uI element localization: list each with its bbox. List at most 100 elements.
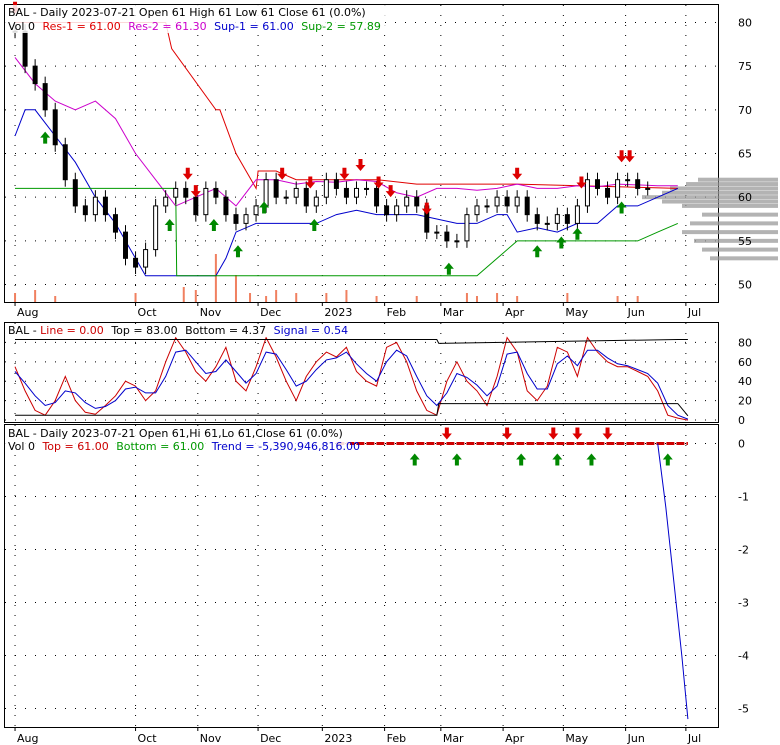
x-tick-label-bottom: Mar bbox=[443, 732, 464, 745]
volume-profile-bar bbox=[694, 238, 778, 243]
trend-sell-arrow bbox=[548, 427, 559, 440]
sell-signal-arrow bbox=[624, 150, 635, 163]
volume-bar bbox=[636, 296, 639, 302]
volume-bar bbox=[325, 293, 328, 302]
candle-body bbox=[193, 196, 199, 216]
candle-body bbox=[625, 179, 631, 182]
volume-bar bbox=[415, 296, 418, 302]
candle-body bbox=[293, 187, 299, 198]
buy-signal-arrow bbox=[232, 245, 243, 258]
candle-body bbox=[534, 214, 540, 224]
volume-profile-bar bbox=[662, 190, 778, 195]
x-tick-label-price: Aug bbox=[17, 306, 38, 319]
x-tick-label-bottom: May bbox=[565, 732, 588, 745]
oscillator-grid bbox=[5, 323, 718, 422]
sell-signal-arrow bbox=[277, 167, 288, 180]
candle-body bbox=[635, 179, 641, 189]
x-tick-label-price: Jul bbox=[687, 306, 701, 319]
x-tick-label-price: Jun bbox=[627, 306, 645, 319]
candle-body bbox=[173, 187, 179, 198]
y-tick-label: 0 bbox=[738, 414, 745, 427]
candle-body bbox=[72, 179, 78, 207]
osc-legend-signal: Signal = 0.54 bbox=[274, 324, 349, 337]
sell-signal-arrow bbox=[512, 167, 523, 180]
candle-body bbox=[273, 179, 279, 198]
buy-signal-arrow bbox=[443, 262, 454, 275]
oscillator-y-ticks: 80 60 40 20 0 bbox=[738, 336, 752, 427]
candle-body bbox=[233, 214, 239, 224]
price-chart-title: BAL - Daily 2023-07-21 Open 61 High 61 L… bbox=[8, 6, 366, 19]
volume-bar bbox=[516, 296, 519, 302]
candle-body bbox=[112, 214, 118, 233]
volume-bar bbox=[34, 290, 37, 302]
candle-body bbox=[494, 196, 500, 207]
y-tick-label: 65 bbox=[738, 148, 752, 161]
x-tick-label-bottom: Oct bbox=[138, 732, 158, 745]
x-tick-label-bottom: Apr bbox=[505, 732, 525, 745]
candle-body bbox=[62, 144, 68, 181]
sell-signal-arrow bbox=[576, 176, 587, 189]
price-line-res-1 bbox=[15, 22, 678, 190]
trend-buy-arrow bbox=[451, 453, 462, 466]
trend-buy-arrow bbox=[552, 453, 563, 466]
volume-bar bbox=[134, 293, 137, 302]
candle-body bbox=[374, 187, 380, 207]
x-tick-label-price: Dec bbox=[260, 306, 281, 319]
volume-bar bbox=[566, 293, 569, 302]
volume-bar bbox=[14, 293, 17, 302]
volume-profile bbox=[642, 177, 778, 261]
volume-profile-bar bbox=[682, 203, 778, 208]
candle-body bbox=[183, 187, 189, 198]
price-panel-frame bbox=[4, 4, 719, 303]
candle-body bbox=[584, 179, 590, 207]
oscillator-line-line bbox=[14, 336, 688, 421]
candle-body bbox=[263, 179, 269, 207]
x-tick-label-bottom: Dec bbox=[260, 732, 281, 745]
buy-signal-arrow bbox=[616, 201, 627, 214]
candle-body bbox=[223, 196, 229, 216]
candle-body bbox=[514, 196, 520, 207]
trend-buy-arrow bbox=[516, 453, 527, 466]
trend-buy-arrow bbox=[662, 453, 673, 466]
candle-body bbox=[564, 214, 570, 224]
y-tick-label: -4 bbox=[738, 649, 749, 662]
candle-body bbox=[123, 231, 129, 259]
y-tick-label: -2 bbox=[738, 544, 749, 557]
candle-body bbox=[283, 196, 289, 199]
volume-bar bbox=[295, 293, 298, 302]
sell-signal-arrow bbox=[355, 158, 366, 171]
trend-line-trend bbox=[657, 443, 689, 720]
candle-body bbox=[554, 214, 560, 224]
buy-signal-arrow bbox=[309, 219, 320, 232]
candle-body bbox=[203, 187, 209, 216]
y-tick-label: -5 bbox=[738, 702, 749, 715]
buy-signal-arrow bbox=[164, 219, 175, 232]
trend-buy-arrow bbox=[409, 453, 420, 466]
volume-bar bbox=[234, 275, 237, 302]
sell-signal-arrow bbox=[339, 167, 350, 180]
trend-signals bbox=[409, 427, 673, 466]
trend-series bbox=[336, 442, 689, 720]
oscillator-panel-frame bbox=[4, 322, 719, 423]
x-tick-label-bottom: Jul bbox=[687, 732, 701, 745]
trend-legend-top: Top = 61.00 bbox=[41, 440, 108, 453]
sell-signal-arrow bbox=[182, 167, 193, 180]
candle-body bbox=[163, 196, 169, 207]
oscillator-series bbox=[14, 336, 689, 421]
sell-signal-arrow bbox=[373, 176, 384, 189]
candle-body bbox=[343, 187, 349, 198]
y-tick-label: 0 bbox=[738, 438, 745, 451]
candle-body bbox=[605, 187, 611, 198]
x-tick-label-price: Nov bbox=[200, 306, 222, 319]
volume-profile-bar bbox=[702, 247, 778, 252]
price-legend: Vol 0 Res-1 = 61.00 Res-2 = 61.30 Sup-1 … bbox=[8, 20, 381, 33]
volume-profile-bar bbox=[710, 256, 778, 261]
volume-profile-bar bbox=[690, 221, 778, 226]
osc-legend-top: Top = 83.00 bbox=[110, 324, 177, 337]
volume-bar bbox=[194, 290, 197, 302]
candle-body bbox=[524, 196, 530, 216]
candle-body bbox=[384, 205, 390, 216]
y-tick-label: 60 bbox=[738, 356, 752, 369]
buy-signal-arrow bbox=[556, 236, 567, 249]
y-tick-label: -3 bbox=[738, 596, 749, 609]
